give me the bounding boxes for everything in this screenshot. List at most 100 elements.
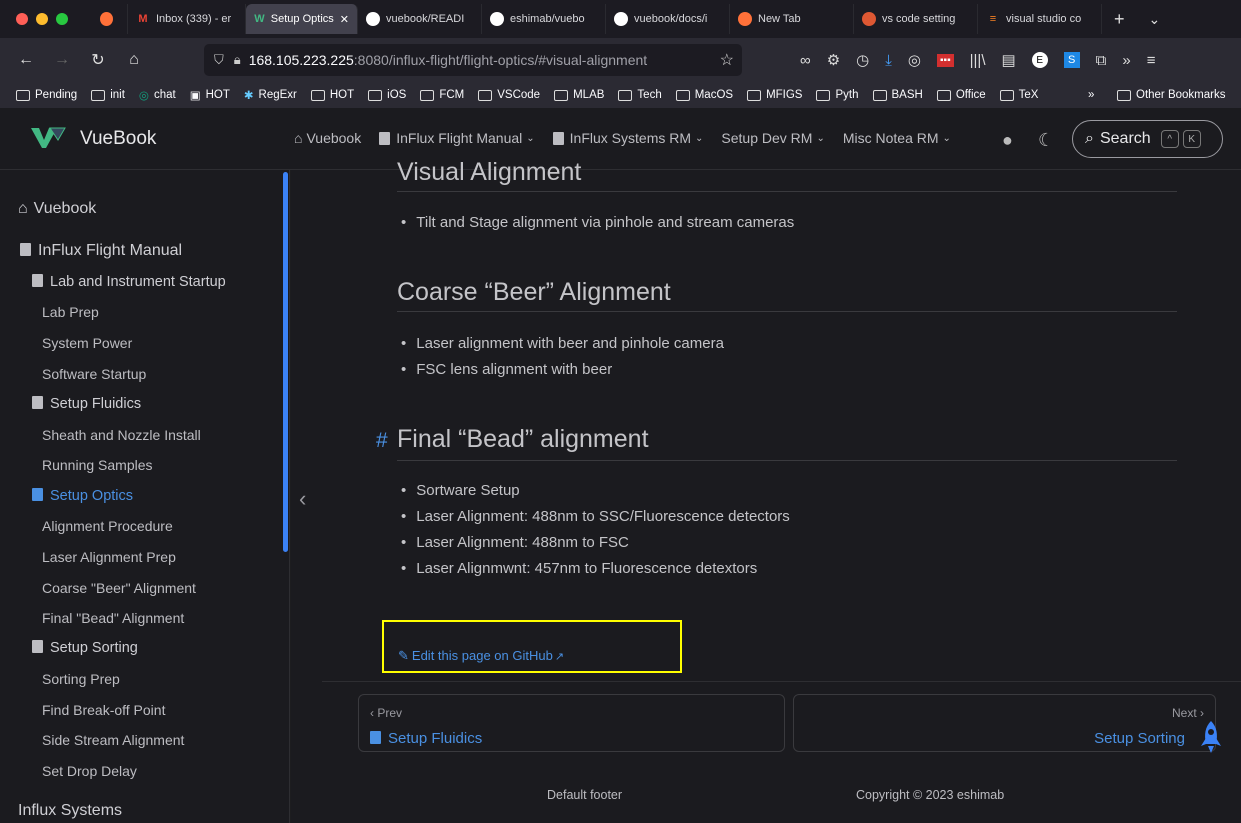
browser-tab-active[interactable]: W Setup Optics ✕ [246,4,358,34]
bookmark-folder[interactable]: HOT [310,89,354,101]
maximize-window-button[interactable] [56,13,68,25]
nav-label: Misc Notea RM [842,130,939,146]
github-icon[interactable]: ● [1002,130,1013,151]
bookmark-link[interactable]: ✱ RegExr [244,88,297,102]
browser-tab[interactable]: vuebook/READI [358,4,482,34]
new-tab-button[interactable]: + [1114,9,1125,30]
prev-page-link[interactable]: ‹ Prev Setup Fluidics [358,694,785,752]
bookmark-folder[interactable]: Tech [618,89,662,101]
nav-item-vuebook[interactable]: ⌂ Vuebook [294,130,361,146]
sidebar-item-side-stream-alignment[interactable]: Side Stream Alignment [42,732,184,748]
sidebar-item-final-bead-alignment[interactable]: Final "Bead" Alignment [42,610,184,626]
extension-s-icon[interactable]: S [1063,52,1080,68]
github-icon [614,12,628,26]
reload-button[interactable]: ↻ [80,50,116,70]
other-bookmarks-folder[interactable]: Other Bookmarks [1117,89,1225,101]
sidebar-scrollbar[interactable] [283,172,288,552]
sidebar-item-setup-optics[interactable]: Setup Optics [32,488,133,504]
sidebar-item-lab-prep[interactable]: Lab Prep [42,304,99,320]
next-page-link[interactable]: Next › Setup Sorting [793,694,1216,752]
sidebar-collapse-chevron-icon[interactable]: ‹ [299,486,306,512]
header-anchor-link[interactable]: # [376,429,388,453]
sidebar-item-running-samples[interactable]: Running Samples [42,457,153,473]
extension-e-icon[interactable]: E [1031,52,1048,68]
sidebar-item-sorting-prep[interactable]: Sorting Prep [42,671,120,687]
sidebar-item-alignment-procedure[interactable]: Alignment Procedure [42,518,173,534]
sidebar-item-software-startup[interactable]: Software Startup [42,366,146,382]
lock-icon[interactable]: 🔒︎ [234,52,241,68]
sidebar-item-influx-flight-manual[interactable]: InFlux Flight Manual [20,242,182,260]
mask-icon[interactable]: ∞ [800,52,811,69]
sidebar-item-sheath-and-nozzle-install[interactable]: Sheath and Nozzle Install [42,427,201,443]
nav-item-influx-systems-rm[interactable]: InFlux Systems RM ⌄ [552,130,703,146]
sidebar-item-system-power[interactable]: System Power [42,335,132,351]
back-to-top-rocket-icon[interactable] [1197,720,1225,754]
browser-tab[interactable]: eshimab/vuebo [482,4,606,34]
browser-tab[interactable]: ≡ visual studio co [978,4,1102,34]
folder-icon [16,89,30,101]
close-tab-icon[interactable]: ✕ [340,13,349,26]
url-bar[interactable]: ⛉ 🔒︎ 168.105.223.225:8080/influx-flight/… [204,44,742,76]
sidebar-item-laser-alignment-prep[interactable]: Laser Alignment Prep [42,549,176,565]
bookmark-folder[interactable]: MLAB [554,89,604,101]
star-bookmark-icon[interactable]: ☆ [720,50,734,70]
bookmark-folder[interactable]: BASH [872,89,923,101]
sidebar-item-label: Lab Prep [42,304,99,320]
extension-glasses-icon[interactable]: ◎ [908,51,921,69]
sidebar-item-influx-systems[interactable]: Influx Systems [18,802,122,820]
bookmark-folder[interactable]: VSCode [478,89,540,101]
bookmark-link[interactable]: ◎ chat [139,88,176,102]
clock-icon[interactable]: ◷ [856,51,869,69]
sidebar-item-coarse-beer-alignment[interactable]: Coarse "Beer" Alignment [42,580,196,596]
download-icon[interactable]: ⤓ [885,52,892,69]
bookmark-folder[interactable]: MFIGS [747,89,802,101]
bookmark-label: Other Bookmarks [1136,89,1226,101]
browser-tab[interactable]: vs code setting [854,4,978,34]
bookmarks-overflow-icon[interactable]: » [1088,89,1094,101]
library-icon[interactable]: |||\ [970,52,986,69]
sidebar-item-vuebook[interactable]: ⌂ Vuebook [18,200,96,218]
browser-tab[interactable]: New Tab [730,4,854,34]
bookmark-folder[interactable]: Pyth [816,89,859,101]
sidebar-item-find-break-off-point[interactable]: Find Break-off Point [42,702,165,718]
sidebar-item-label: Laser Alignment Prep [42,549,176,565]
back-button[interactable]: ← [8,51,44,69]
edit-on-github-link[interactable]: ✎ Edit this page on GitHub ↗ [398,648,564,664]
sidebar-item-label: Alignment Procedure [42,518,173,534]
overflow-chevron-icon[interactable]: » [1122,52,1130,69]
extensions-puzzle-icon[interactable]: ⧉ [1096,52,1107,69]
sidebar-item-lab-and-instrument-startup[interactable]: Lab and Instrument Startup [32,274,226,290]
nav-item-misc-notea-rm[interactable]: Misc Notea RM ⌄ [843,130,951,146]
extension-red-icon[interactable]: ▪▪▪ [936,53,954,67]
dark-mode-moon-icon[interactable]: ☾ [1038,130,1054,151]
bookmark-folder[interactable]: init [91,89,125,101]
gear-icon[interactable]: ⚙ [827,51,840,69]
bookmark-folder[interactable]: iOS [368,89,406,101]
nav-item-setup-dev-rm[interactable]: Setup Dev RM ⌄ [721,130,824,146]
sidebar-toggle-icon[interactable]: ▤ [1001,51,1015,69]
minimize-window-button[interactable] [36,13,48,25]
home-button[interactable]: ⌂ [116,51,152,69]
sidebar-item-setup-sorting[interactable]: Setup Sorting [32,640,138,656]
browser-tab[interactable]: vuebook/docs/i [606,4,730,34]
browser-tab[interactable] [92,4,128,34]
sidebar-item-setup-fluidics[interactable]: Setup Fluidics [32,396,141,412]
vuebook-logo-icon[interactable] [30,126,66,150]
browser-tab[interactable]: M Inbox (339) - er [128,4,246,34]
bookmark-folder[interactable]: TeX [999,89,1038,101]
tab-list-chevron-icon[interactable]: ⌄ [1149,11,1161,28]
forward-button[interactable]: → [44,51,80,69]
bookmark-folder[interactable]: FCM [420,89,464,101]
bookmark-folder[interactable]: MacOS [675,89,733,101]
bookmark-folder[interactable]: Pending [16,89,77,101]
site-title[interactable]: VueBook [80,128,156,150]
bookmark-folder[interactable]: Office [936,89,986,101]
shield-icon[interactable]: ⛉ [214,52,224,68]
close-window-button[interactable] [16,13,28,25]
nav-item-influx-flight-manual[interactable]: InFlux Flight Manual ⌄ [379,130,535,146]
menu-icon[interactable]: ≡ [1147,52,1156,69]
bookmark-link[interactable]: ▣ HOT [190,88,230,102]
nav-label: Setup Dev RM [721,130,813,146]
sidebar-item-set-drop-delay[interactable]: Set Drop Delay [42,763,137,779]
search-button[interactable]: ⌕ Search ^ K [1072,120,1223,158]
